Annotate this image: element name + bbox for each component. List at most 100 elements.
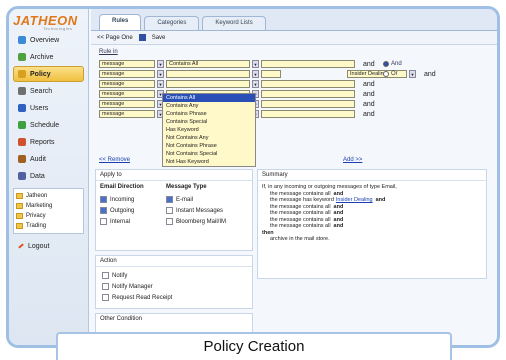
save-button[interactable]: Save [152,35,166,41]
schedule-icon [18,121,26,129]
chevron-down-icon[interactable]: ▼ [252,80,259,88]
rule-value-field[interactable] [261,110,355,118]
checkbox-label: Incoming [110,196,135,203]
nav-item-users[interactable]: Users [13,100,84,116]
nav-item-reports[interactable]: Reports [13,134,84,150]
folder-privacy[interactable]: Privacy [16,211,81,221]
radio-or[interactable]: Or [383,71,398,77]
nav-item-data[interactable]: Data [13,168,84,184]
operator-option[interactable]: Not Contains Phrase [163,142,255,150]
checkbox-icon[interactable] [100,196,107,203]
folder-label: Trading [26,223,47,229]
checkbox-request-read-receipt[interactable]: Request Read Receipt [102,292,246,303]
checkbox-bloomberg-mail-im[interactable]: Bloomberg Mail/IM [166,216,226,227]
operator-option[interactable]: Contains Phrase [163,110,255,118]
save-icon[interactable] [138,34,146,41]
tab-categories[interactable]: Categories [144,16,200,30]
checkbox-internal[interactable]: Internal [100,216,144,227]
checkbox-notify[interactable]: Notify [102,270,246,281]
checkbox-icon[interactable] [100,218,107,225]
rule-value-field[interactable] [261,60,355,68]
and-label: and [363,90,375,98]
summary-text: the message contains all [270,190,331,197]
and-label: and [363,100,375,108]
rule-value-field[interactable] [261,80,355,88]
operator-option[interactable]: Contains Special [163,118,255,126]
radio-and[interactable]: And [383,61,402,67]
folder-label: Marketing [26,203,53,209]
operator-dropdown[interactable]: Contains All Contains Any Contains Phrase C… [162,93,256,167]
logout-button[interactable]: Logout [13,238,84,254]
nav-item-search[interactable]: Search [13,83,84,99]
folder-icon [16,213,23,219]
nav-label: Users [30,104,49,112]
folder-marketing[interactable]: Marketing [16,201,81,211]
checkbox-instant-messages[interactable]: Instant Messages [166,205,226,216]
tab-keyword-lists[interactable]: Keyword Lists [202,16,266,30]
summary-text: the message contains all [270,210,331,216]
chevron-down-icon[interactable]: ▼ [157,70,164,78]
folder-icon [16,193,23,199]
chevron-down-icon[interactable]: ▼ [409,70,416,78]
folder-icon [16,203,23,209]
checkbox-label: Outgoing [110,207,135,214]
rule-value-field[interactable] [261,90,355,98]
data-icon [18,172,26,180]
operator-option[interactable]: Has Keyword [163,126,255,134]
nav-item-policy[interactable]: Policy [13,66,84,82]
overview-icon [18,36,26,44]
checkbox-label: Bloomberg Mail/IM [176,218,227,225]
keyword-link[interactable]: Insider Dealing [336,197,373,203]
checkbox-label: E-mail [176,196,194,203]
tab-bar: Rules Categories Keyword Lists [91,9,497,31]
chevron-down-icon[interactable]: ▼ [157,60,164,68]
rule-field-select[interactable]: message [99,110,155,118]
checkbox-icon[interactable] [166,207,173,214]
rule-value-field[interactable] [261,70,281,78]
chevron-down-icon[interactable]: ▼ [252,60,259,68]
operator-option[interactable]: Contains All [163,94,255,102]
nav-item-overview[interactable]: Overview [13,32,84,48]
nav-item-audit[interactable]: Audit [13,151,84,167]
operator-option[interactable]: Not Contains Special [163,150,255,158]
rule-field-select[interactable]: message [99,60,155,68]
checkbox-icon[interactable] [102,272,109,279]
chevron-down-icon[interactable]: ▼ [252,70,259,78]
keyword-select[interactable]: Insider Dealing [347,70,407,78]
main-panel: Rules Categories Keyword Lists << Page One… [91,9,497,345]
folder-trading[interactable]: Trading [16,221,81,231]
operator-option[interactable]: Not Contains Any [163,134,255,142]
checkbox-icon[interactable] [100,207,107,214]
chevron-down-icon[interactable]: ▼ [157,80,164,88]
nav-label: Audit [30,155,46,163]
rule-value-field[interactable] [261,100,355,108]
nav-item-schedule[interactable]: Schedule [13,117,84,133]
checkbox-icon[interactable] [166,196,173,203]
nav-item-archive[interactable]: Archive [13,49,84,65]
checkbox-e-mail[interactable]: E-mail [166,194,226,205]
checkbox-icon[interactable] [102,283,109,290]
checkbox-icon[interactable] [166,218,173,225]
rule-header: Rule in [99,49,118,55]
folder-icon [16,223,23,229]
remove-link[interactable]: << Remove [99,157,130,163]
users-icon [18,104,26,112]
page-one-link[interactable]: << Page One [97,35,133,41]
checkbox-outgoing[interactable]: Outgoing [100,205,144,216]
rule-operator-select[interactable] [166,80,250,88]
checkbox-icon[interactable] [102,294,109,301]
checkbox-incoming[interactable]: Incoming [100,194,144,205]
rule-operator-select[interactable]: Contains All [166,60,250,68]
rule-operator-select[interactable] [166,70,250,78]
operator-option[interactable]: Contains Any [163,102,255,110]
tab-rules[interactable]: Rules [99,14,142,30]
rule-field-select[interactable]: message [99,80,155,88]
checkbox-notify-manager[interactable]: Notify Manager [102,281,246,292]
operator-option[interactable]: Not Has Keyword [163,158,255,166]
rule-field-select[interactable]: message [99,70,155,78]
rule-field-select[interactable]: message [99,90,155,98]
rule-field-select[interactable]: message [99,100,155,108]
add-link[interactable]: Add >> [343,157,362,163]
action-panel: Action Notify Notify Manager Request Read … [95,255,253,309]
folder-jatheon[interactable]: Jatheon [16,191,81,201]
